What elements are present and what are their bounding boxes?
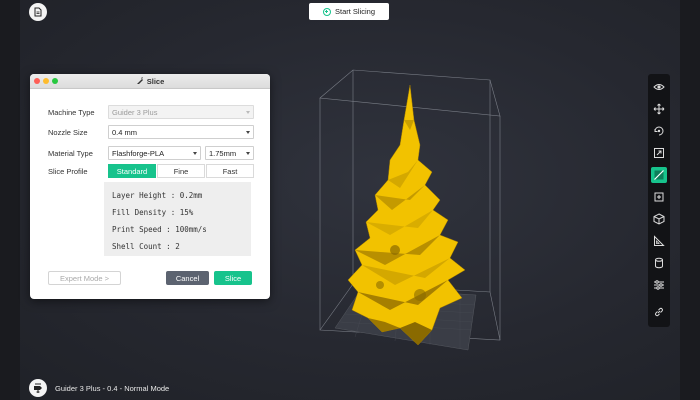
move-icon <box>653 103 665 115</box>
slice-dialog: Slice Machine Type Guider 3 Plus Nozzle … <box>30 74 270 299</box>
profile-details-panel: Layer Height : 0.2mm Fill Density : 15% … <box>104 182 251 256</box>
rotate-icon <box>654 126 664 136</box>
slice-profile-tabs: Standard Fine Fast <box>108 164 255 178</box>
chevron-down-icon <box>246 111 250 114</box>
layer-height-text: Layer Height : 0.2mm <box>112 191 203 200</box>
dialog-title: Slice <box>146 76 165 86</box>
measure-button[interactable] <box>651 233 667 249</box>
link-button[interactable] <box>651 304 667 320</box>
right-edge <box>680 0 700 400</box>
slice-profile-label: Slice Profile <box>48 166 88 176</box>
scale-icon <box>654 148 664 158</box>
maximize-window-button[interactable] <box>52 77 58 84</box>
machine-status-text: Guider 3 Plus - 0.4 - Normal Mode <box>55 383 170 393</box>
start-slicing-label: Start Slicing <box>334 7 376 16</box>
add-support-button[interactable] <box>651 189 667 205</box>
settings-sliders-icon <box>654 280 664 290</box>
model-cube-button[interactable] <box>651 211 667 227</box>
right-toolbar <box>648 74 670 327</box>
settings-button[interactable] <box>651 277 667 293</box>
chevron-down-icon <box>193 152 197 155</box>
shell-count-text: Shell Count : 2 <box>112 242 180 251</box>
nozzle-size-value: 0.4 mm <box>112 127 138 137</box>
nozzle-size-label: Nozzle Size <box>48 127 88 137</box>
cube-icon <box>653 213 665 225</box>
slice-button[interactable]: Slice <box>214 271 252 285</box>
filament-diameter-select[interactable]: 1.75mm <box>205 146 254 160</box>
cut-icon <box>654 170 664 180</box>
tab-standard[interactable]: Standard <box>108 164 156 178</box>
material-type-value: Flashforge-PLA <box>112 148 165 158</box>
cut-button[interactable] <box>651 167 667 183</box>
status-bar: Guider 3 Plus - 0.4 - Normal Mode <box>29 379 169 397</box>
cylinder-button[interactable] <box>651 255 667 271</box>
plus-circle-icon <box>322 7 331 16</box>
machine-type-value: Guider 3 Plus <box>112 107 158 117</box>
print-speed-text: Print Speed : 100mm/s <box>112 225 207 234</box>
machine-type-select: Guider 3 Plus <box>108 105 254 119</box>
view-button[interactable] <box>651 79 667 95</box>
minimize-window-button[interactable] <box>43 77 49 84</box>
fill-density-text: Fill Density : 15% <box>112 208 194 217</box>
slice-profile-row: Slice Profile Standard Fine Fast <box>48 164 255 178</box>
ruler-icon <box>654 235 665 246</box>
machine-button[interactable] <box>29 379 47 397</box>
eye-icon <box>653 84 665 90</box>
machine-type-label: Machine Type <box>48 107 95 117</box>
nozzle-size-select[interactable]: 0.4 mm <box>108 125 254 139</box>
cylinder-icon <box>655 257 663 269</box>
scale-button[interactable] <box>651 145 667 161</box>
link-icon <box>655 307 663 317</box>
file-button[interactable] <box>29 3 47 21</box>
filament-diameter-value: 1.75mm <box>209 148 237 158</box>
nozzle-size-row: Nozzle Size 0.4 mm <box>48 125 254 139</box>
add-support-icon <box>654 192 664 202</box>
start-slicing-button[interactable]: Start Slicing <box>309 3 389 20</box>
move-button[interactable] <box>651 101 667 117</box>
rotate-button[interactable] <box>651 123 667 139</box>
close-window-button[interactable] <box>34 77 40 84</box>
build-volume-scene[interactable] <box>300 60 520 360</box>
tab-fine[interactable]: Fine <box>157 164 205 178</box>
document-icon <box>34 7 42 17</box>
chevron-down-icon <box>246 152 250 155</box>
chevron-down-icon <box>246 131 250 134</box>
left-edge <box>0 0 20 400</box>
material-type-select[interactable]: Flashforge-PLA <box>108 146 201 160</box>
material-type-label: Material Type <box>48 148 93 158</box>
machine-type-row: Machine Type Guider 3 Plus <box>48 105 254 119</box>
printer-head-icon <box>34 383 42 393</box>
material-type-row: Material Type Flashforge-PLA 1.75mm <box>48 146 254 160</box>
cancel-button[interactable]: Cancel <box>166 271 209 285</box>
dialog-titlebar: Slice <box>30 74 270 89</box>
expert-mode-button[interactable]: Expert Mode > <box>48 271 121 285</box>
tab-fast[interactable]: Fast <box>206 164 254 178</box>
slice-knife-icon <box>136 77 143 84</box>
